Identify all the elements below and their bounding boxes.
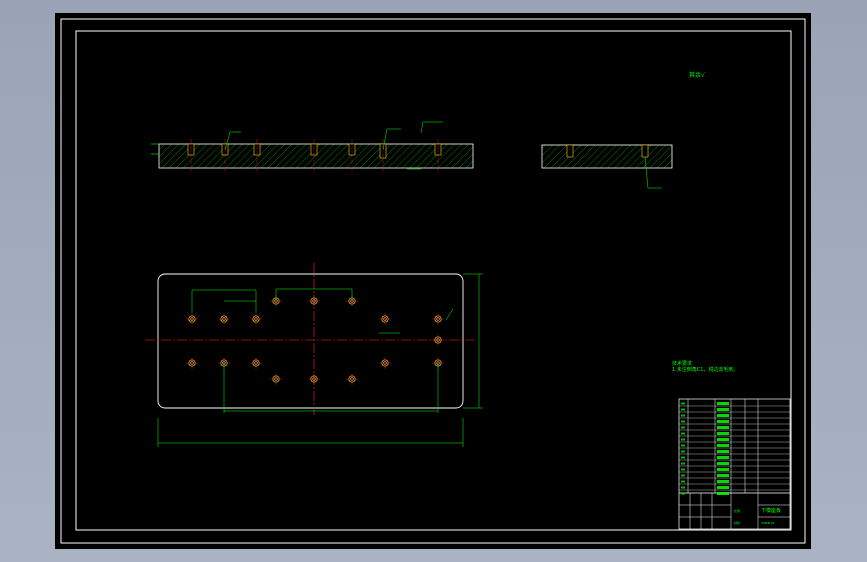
parts-list-entry [717,456,729,459]
parts-list-entry [717,486,729,489]
parts-list-entry [717,480,729,483]
title-scale-label: 比例 [734,508,740,513]
title-drawing-no: XMZB-01 [761,521,775,525]
roughness-label: 其余 [689,71,701,79]
parts-list-index [681,474,685,477]
bolt-hole [186,357,198,369]
parts-list-entry [717,468,729,471]
outer-border [60,18,806,544]
bolt-hole [250,313,262,325]
parts-list-index [681,450,685,453]
bolt-hole [250,357,262,369]
bolt-hole [218,313,230,325]
parts-list-entry [717,408,729,411]
parts-list-index [681,456,685,459]
parts-list-entry [717,474,729,477]
bolt-hole [432,313,444,325]
parts-list-entry [717,450,729,453]
bolt-hole [346,373,358,385]
bolt-hole [432,334,444,346]
parts-list-index [681,462,685,465]
parts-list-index [681,444,685,447]
roughness-check-icon: √ [701,72,705,79]
parts-list-entry [717,462,729,465]
parts-list-index [681,492,685,495]
bolt-hole [186,313,198,325]
parts-list-index [681,420,685,423]
bolt-hole [379,313,391,325]
parts-list-entry [717,444,729,447]
roughness-symbol: 其余 √ [689,71,705,79]
technical-notes: 技术要求 1.未注倒角C1，锐边去毛刺。 [672,360,738,373]
title-part-name: 下模座板 [761,507,781,514]
plan-view [145,263,483,447]
parts-list-index [681,480,685,483]
side-section-view [541,144,673,189]
title-material-label: 材料 [734,520,740,525]
parts-list-entry [717,420,729,423]
inner-border [75,30,792,531]
parts-list-entry [717,438,729,441]
parts-list-index [681,426,685,429]
parts-list-index [681,432,685,435]
parts-list-entry [717,426,729,429]
title-block: 下模座板 XMZB-01 比例 材料 [678,398,791,530]
parts-list-index [681,486,685,489]
parts-list-entry [717,492,729,495]
bolt-hole [379,357,391,369]
parts-list-index [681,408,685,411]
parts-list-entry [717,432,729,435]
cad-drawing: 其余 √ 技术要求 1.未注倒角C1，锐边去毛刺。 下模座板 XMZB-01 比… [60,18,806,544]
parts-list-entry [717,414,729,417]
front-section-view [151,121,474,173]
parts-list-index [681,414,685,417]
parts-list-index [681,468,685,471]
bolt-hole [308,373,320,385]
tech-notes-line: 1.未注倒角C1，锐边去毛刺。 [672,366,738,373]
cad-viewport[interactable]: 其余 √ 技术要求 1.未注倒角C1，锐边去毛刺。 下模座板 XMZB-01 比… [55,13,811,549]
bolt-hole [270,373,282,385]
bolt-hole [308,295,320,307]
parts-list-index [681,402,685,405]
parts-list-entry [717,402,729,405]
tech-notes-title: 技术要求 [672,360,692,367]
parts-list-index [681,438,685,441]
